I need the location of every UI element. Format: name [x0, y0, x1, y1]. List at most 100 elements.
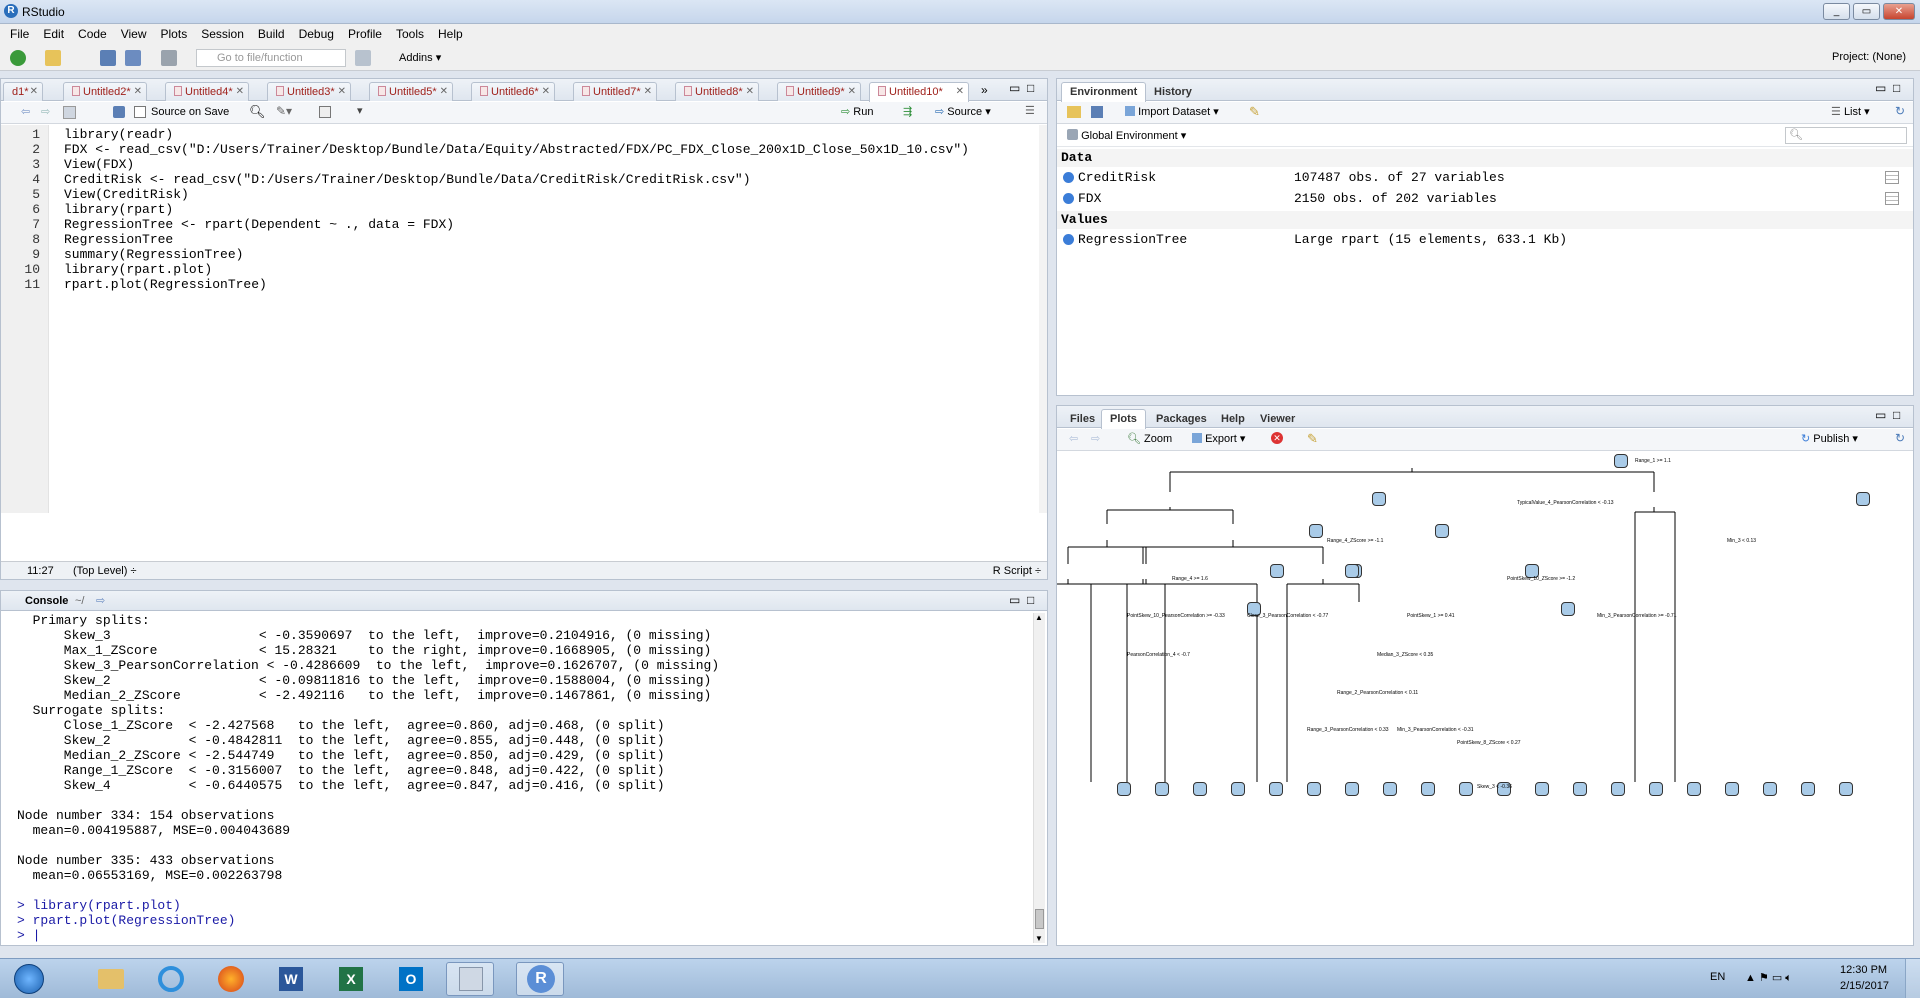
menu-file[interactable]: File: [0, 24, 36, 41]
save-all-icon[interactable]: [125, 50, 141, 66]
environment-search-input[interactable]: 🔍︎: [1785, 127, 1907, 144]
scroll-thumb[interactable]: [1035, 909, 1044, 929]
remove-plot-icon[interactable]: ✕: [1271, 432, 1283, 444]
close-icon[interactable]: ✕: [134, 86, 142, 97]
search-icon[interactable]: 🔍︎: [249, 104, 266, 120]
close-icon[interactable]: ✕: [644, 86, 652, 97]
outline-icon[interactable]: ☰: [1025, 104, 1035, 117]
compile-report-icon[interactable]: [319, 106, 331, 118]
scroll-up-icon[interactable]: ▲: [1035, 613, 1043, 622]
tab-d1[interactable]: d1* ✕: [3, 82, 43, 101]
broom-icon[interactable]: ✎: [1307, 431, 1318, 447]
addins-menu[interactable]: Addins ▾: [399, 51, 441, 64]
previous-plot-icon[interactable]: ⇦: [1069, 432, 1078, 445]
maximize-pane-icon[interactable]: □: [1027, 593, 1034, 607]
run-button[interactable]: ⇨ Run: [841, 105, 873, 118]
taskbar-ie[interactable]: [146, 962, 194, 996]
code-tools-icon[interactable]: ✎▾: [276, 104, 292, 118]
console-title[interactable]: Console: [25, 595, 68, 607]
more-tabs-icon[interactable]: »: [981, 83, 988, 97]
maximize-pane-icon[interactable]: □: [1027, 81, 1034, 95]
close-button[interactable]: ✕: [1883, 3, 1915, 20]
close-icon[interactable]: ✕: [236, 86, 244, 97]
workspace-panes-icon[interactable]: [355, 50, 371, 66]
save-icon[interactable]: [113, 106, 125, 118]
taskbar-word[interactable]: W: [266, 962, 314, 996]
global-environment-selector[interactable]: Global Environment ▾: [1067, 129, 1186, 142]
close-icon[interactable]: ✕: [542, 86, 550, 97]
start-button[interactable]: [4, 962, 52, 996]
menu-edit[interactable]: Edit: [36, 24, 71, 41]
menu-profile[interactable]: Profile: [341, 24, 389, 41]
close-icon[interactable]: ✕: [338, 86, 346, 97]
menu-build[interactable]: Build: [251, 24, 292, 41]
rerun-icon[interactable]: ⇶: [903, 105, 912, 118]
clock-date[interactable]: 2/15/2017: [1840, 980, 1889, 992]
menu-code[interactable]: Code: [71, 24, 114, 41]
taskbar-rstudio[interactable]: R: [516, 962, 564, 996]
view-table-icon[interactable]: [1885, 192, 1899, 205]
tab-untitled8[interactable]: Untitled8* ✕: [675, 82, 759, 101]
tab-untitled7[interactable]: Untitled7* ✕: [573, 82, 657, 101]
next-plot-icon[interactable]: ⇨: [1091, 432, 1100, 445]
tab-untitled10[interactable]: Untitled10* ✕: [869, 82, 969, 102]
tab-untitled6[interactable]: Untitled6* ✕: [471, 82, 555, 101]
open-project-icon[interactable]: [45, 50, 61, 66]
close-icon[interactable]: ✕: [848, 86, 856, 97]
close-icon[interactable]: ✕: [746, 86, 754, 97]
tab-viewer[interactable]: Viewer: [1251, 409, 1304, 428]
export-button[interactable]: Export ▾: [1192, 432, 1245, 445]
menu-debug[interactable]: Debug: [292, 24, 341, 41]
save-icon[interactable]: [100, 50, 116, 66]
zoom-button[interactable]: 🔍︎ Zoom: [1127, 432, 1172, 445]
taskbar-tool-app[interactable]: [446, 962, 494, 996]
chevron-down-icon[interactable]: ▾: [357, 104, 363, 117]
tab-help[interactable]: Help: [1212, 409, 1254, 428]
tab-files[interactable]: Files: [1061, 409, 1104, 428]
close-icon[interactable]: ✕: [440, 86, 448, 97]
load-workspace-icon[interactable]: [1067, 106, 1081, 118]
menu-session[interactable]: Session: [194, 24, 251, 41]
goto-file-input[interactable]: Go to file/function: [196, 49, 346, 67]
close-icon[interactable]: ✕: [956, 86, 964, 97]
tray-icons[interactable]: ▲ ⚑ ▭ 🔈︎: [1745, 971, 1792, 985]
menu-plots[interactable]: Plots: [154, 24, 195, 41]
minimize-pane-icon[interactable]: ▭: [1009, 593, 1020, 607]
close-icon[interactable]: ✕: [30, 86, 38, 97]
console-scrollbar[interactable]: ▲ ▼: [1033, 613, 1045, 943]
project-menu[interactable]: Project: (None): [1832, 51, 1906, 63]
show-desktop-button[interactable]: [1905, 959, 1920, 998]
publish-button[interactable]: ↻ Publish ▾: [1801, 432, 1858, 445]
clock-time[interactable]: 12:30 PM: [1840, 964, 1887, 976]
save-workspace-icon[interactable]: [1091, 106, 1103, 118]
taskbar-explorer[interactable]: [86, 962, 134, 996]
tab-packages[interactable]: Packages: [1147, 409, 1216, 428]
refresh-icon[interactable]: ↻: [1895, 104, 1905, 118]
tab-history[interactable]: History: [1145, 82, 1201, 101]
expand-icon[interactable]: [1063, 172, 1074, 183]
view-table-icon[interactable]: [1885, 171, 1899, 184]
broom-icon[interactable]: ✎: [1249, 104, 1260, 120]
env-row-regressiontree[interactable]: RegressionTree Large rpart (15 elements,…: [1061, 231, 1909, 249]
taskbar-outlook[interactable]: O: [386, 962, 434, 996]
tab-plots[interactable]: Plots: [1101, 409, 1146, 429]
tab-untitled5[interactable]: Untitled5* ✕: [369, 82, 453, 101]
expand-icon[interactable]: [1063, 193, 1074, 204]
menu-view[interactable]: View: [114, 24, 154, 41]
taskbar-excel[interactable]: X: [326, 962, 374, 996]
source-on-save-checkbox[interactable]: [134, 106, 146, 118]
minimize-pane-icon[interactable]: ▭: [1875, 81, 1886, 95]
maximize-pane-icon[interactable]: □: [1893, 81, 1900, 95]
forward-icon[interactable]: ⇨: [41, 105, 50, 118]
source-button[interactable]: ⇨ Source ▾: [935, 105, 991, 118]
menu-help[interactable]: Help: [431, 24, 470, 41]
language-indicator[interactable]: EN: [1710, 971, 1725, 983]
editor-scrollbar[interactable]: [1039, 125, 1047, 513]
file-type-selector[interactable]: R Script ÷: [993, 565, 1041, 577]
scroll-down-icon[interactable]: ▼: [1035, 934, 1043, 943]
minimize-pane-icon[interactable]: ▭: [1009, 81, 1020, 95]
taskbar-firefox[interactable]: [206, 962, 254, 996]
back-icon[interactable]: ⇦: [21, 105, 30, 118]
tab-untitled2[interactable]: Untitled2* ✕: [63, 82, 147, 101]
view-mode-selector[interactable]: ☰ List ▾: [1831, 105, 1870, 118]
